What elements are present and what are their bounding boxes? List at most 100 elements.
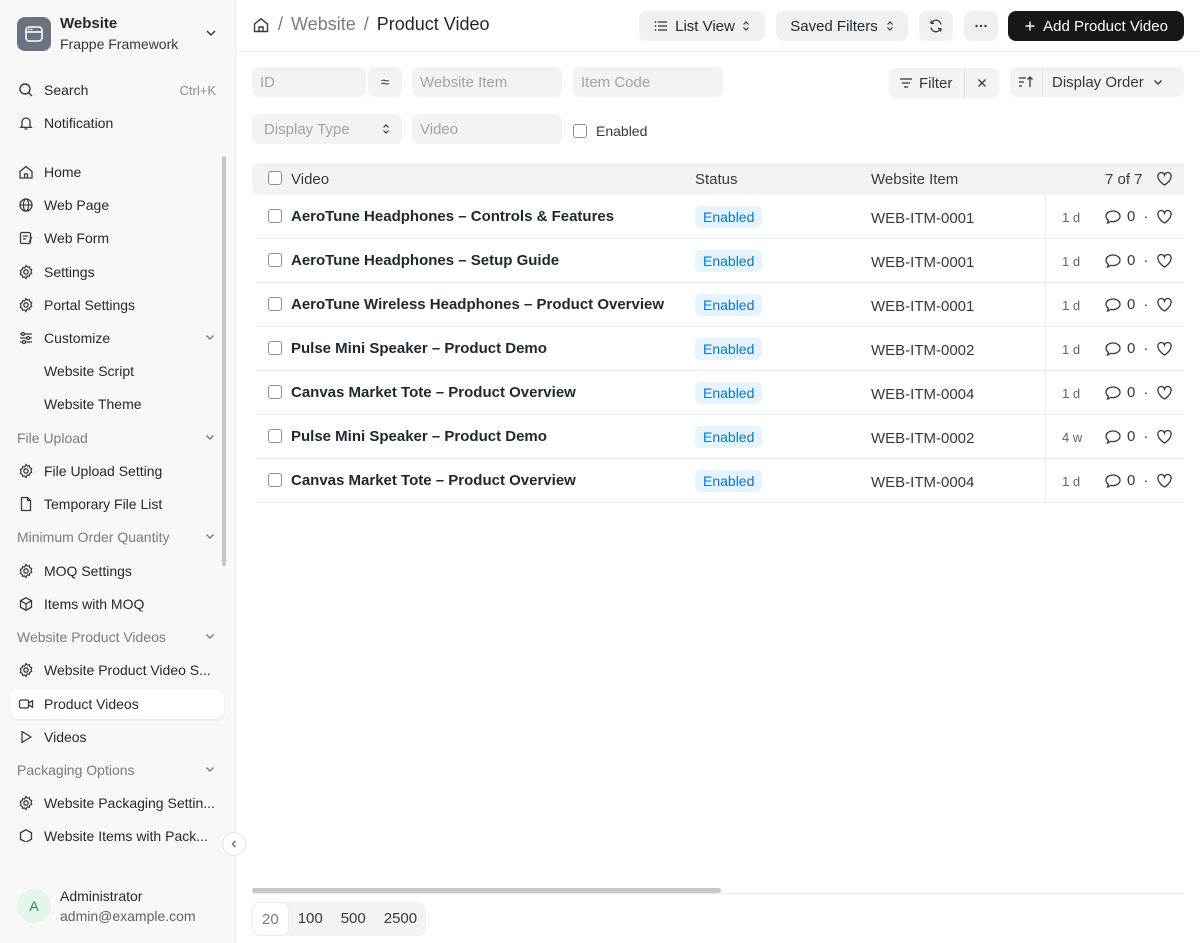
more-options-button[interactable] <box>964 11 998 41</box>
page-size-100[interactable]: 100 <box>289 902 332 936</box>
sidebar-item-customize[interactable]: Customize <box>10 323 224 353</box>
enabled-checkbox[interactable] <box>573 124 587 138</box>
video-title-link[interactable]: AeroTune Headphones – Controls & Feature… <box>291 208 614 225</box>
sidebar-item-temporary-file-list[interactable]: Temporary File List <box>10 489 224 519</box>
sidebar-search[interactable]: Search Ctrl+K <box>10 75 224 105</box>
comment-icon[interactable] <box>1104 473 1122 489</box>
sidebar-notification[interactable]: Notification <box>10 108 224 138</box>
video-title-link[interactable]: Pulse Mini Speaker – Product Demo <box>291 428 547 445</box>
sidebar-item-file-upload-setting[interactable]: File Upload Setting <box>10 456 224 486</box>
sidebar-item-product-videos[interactable]: Product Videos <box>10 689 224 719</box>
comment-icon[interactable] <box>1104 385 1122 401</box>
page-size-2500[interactable]: 2500 <box>375 902 426 936</box>
breadcrumb-website[interactable]: Website <box>291 14 356 35</box>
column-header-website-item[interactable]: Website Item <box>871 171 958 188</box>
heart-icon[interactable] <box>1156 171 1173 187</box>
sidebar-scrollbar[interactable] <box>222 156 226 566</box>
sidebar-item-items-with-moq[interactable]: Items with MOQ <box>10 589 224 619</box>
sidebar-section-minimum-order-quantity[interactable]: Minimum Order Quantity <box>10 522 224 552</box>
sort-control: Display Order <box>1010 67 1184 97</box>
column-header-video[interactable]: Video <box>291 171 329 188</box>
sidebar-item-home[interactable]: Home <box>10 157 224 187</box>
sidebar-section-website-product-videos[interactable]: Website Product Videos <box>10 622 224 652</box>
table-row[interactable]: AeroTune Headphones – Controls & Feature… <box>256 195 1184 239</box>
row-checkbox[interactable] <box>268 385 282 399</box>
sidebar-section-file-upload[interactable]: File Upload <box>10 423 224 453</box>
row-checkbox[interactable] <box>268 341 282 355</box>
sidebar-item-settings[interactable]: Settings <box>10 257 224 287</box>
comment-icon[interactable] <box>1104 297 1122 313</box>
sidebar-section-packaging-options[interactable]: Packaging Options <box>10 755 224 785</box>
clear-filter-button[interactable] <box>965 68 998 98</box>
comment-icon[interactable] <box>1104 209 1122 225</box>
play-icon <box>17 728 35 746</box>
sidebar-item-website-packaging-settings[interactable]: Website Packaging Settin... <box>10 788 224 818</box>
collapse-sidebar-button[interactable] <box>222 832 246 856</box>
sidebar-item-portal-settings[interactable]: Portal Settings <box>10 290 224 320</box>
select-all-checkbox[interactable] <box>268 171 282 185</box>
id-filter-input[interactable] <box>252 67 366 97</box>
video-title-link[interactable]: Pulse Mini Speaker – Product Demo <box>291 340 547 357</box>
sidebar-item-moq-settings[interactable]: MOQ Settings <box>10 556 224 586</box>
table-row[interactable]: AeroTune Headphones – Setup Guide Enabled… <box>256 239 1184 283</box>
row-checkbox[interactable] <box>268 297 282 311</box>
sidebar-item-website-script[interactable]: Website Script <box>10 356 224 386</box>
enabled-filter[interactable]: Enabled <box>573 123 647 139</box>
table-row[interactable]: Canvas Market Tote – Product Overview Ena… <box>256 459 1184 503</box>
website-item-field[interactable] <box>420 73 562 91</box>
sidebar-item-website-items-with-packaging[interactable]: Website Items with Pack... <box>10 828 222 842</box>
table-row[interactable]: Canvas Market Tote – Product Overview Ena… <box>256 371 1184 415</box>
heart-icon[interactable] <box>1156 253 1173 269</box>
video-title-link[interactable]: AeroTune Headphones – Setup Guide <box>291 252 559 269</box>
page-size-500[interactable]: 500 <box>332 902 375 936</box>
table-row[interactable]: AeroTune Wireless Headphones – Product O… <box>256 283 1184 327</box>
row-checkbox[interactable] <box>268 473 282 487</box>
filter-button[interactable]: Filter <box>889 68 965 98</box>
saved-filters-button[interactable]: Saved Filters <box>776 11 908 41</box>
video-field[interactable] <box>420 120 562 138</box>
sidebar-item-website-theme[interactable]: Website Theme <box>10 389 224 419</box>
row-checkbox[interactable] <box>268 429 282 443</box>
user-menu[interactable]: A Administrator admin@example.com <box>17 886 196 926</box>
table-row[interactable]: Pulse Mini Speaker – Product Demo Enabled… <box>256 327 1184 371</box>
page-size-20[interactable]: 20 <box>252 902 289 936</box>
sort-direction-button[interactable] <box>1010 67 1043 97</box>
list-view-button[interactable]: List View <box>639 11 765 41</box>
video-title-link[interactable]: Canvas Market Tote – Product Overview <box>291 384 576 401</box>
sort-field-select[interactable]: Display Order <box>1043 67 1184 97</box>
heart-icon[interactable] <box>1156 429 1173 445</box>
id-field[interactable] <box>260 73 366 91</box>
row-checkbox[interactable] <box>268 209 282 223</box>
sidebar-item-web-form[interactable]: Web Form <box>10 223 224 253</box>
bell-icon <box>17 114 35 132</box>
heart-icon[interactable] <box>1156 385 1173 401</box>
heart-icon[interactable] <box>1156 209 1173 225</box>
comment-count: 0 <box>1127 384 1136 401</box>
video-filter[interactable] <box>412 114 562 144</box>
home-icon[interactable] <box>252 16 270 34</box>
sidebar-section-label: Packaging Options <box>17 762 135 778</box>
add-product-video-button[interactable]: Add Product Video <box>1008 11 1184 41</box>
sidebar-item-web-page[interactable]: Web Page <box>10 190 224 220</box>
heart-icon[interactable] <box>1156 473 1173 489</box>
id-condition-button[interactable]: ≈ <box>368 67 402 97</box>
comment-icon[interactable] <box>1104 341 1122 357</box>
table-row[interactable]: Pulse Mini Speaker – Product Demo Enabled… <box>256 415 1184 459</box>
video-title-link[interactable]: AeroTune Wireless Headphones – Product O… <box>291 296 664 313</box>
heart-icon[interactable] <box>1156 297 1173 313</box>
website-item-filter[interactable] <box>412 67 562 97</box>
item-code-filter[interactable] <box>573 67 723 97</box>
list-view-label: List View <box>675 17 735 35</box>
comment-icon[interactable] <box>1104 253 1122 269</box>
comment-icon[interactable] <box>1104 429 1122 445</box>
column-header-status[interactable]: Status <box>695 171 738 188</box>
item-code-field[interactable] <box>581 73 723 91</box>
heart-icon[interactable] <box>1156 341 1173 357</box>
video-title-link[interactable]: Canvas Market Tote – Product Overview <box>291 472 576 489</box>
sidebar-item-videos[interactable]: Videos <box>10 722 224 752</box>
display-type-select[interactable]: Display Type <box>252 114 402 144</box>
sidebar-item-website-product-video-settings[interactable]: Website Product Video S... <box>10 655 224 685</box>
row-checkbox[interactable] <box>268 253 282 267</box>
refresh-button[interactable] <box>919 11 953 41</box>
workspace-switcher[interactable]: Website Frappe Framework <box>10 10 226 58</box>
